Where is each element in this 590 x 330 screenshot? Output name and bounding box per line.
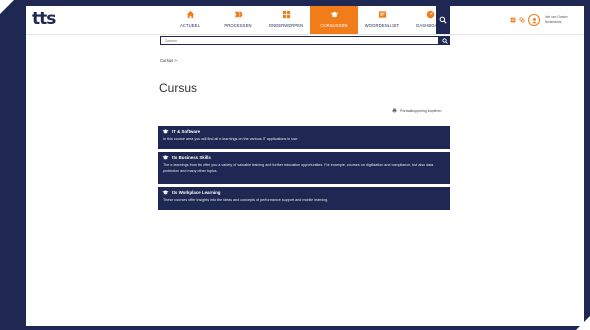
page-title: Cursus [159,81,198,95]
nav-label: WOORDENLIJST [364,23,400,28]
course-description: The e-learnings from tts offer you a var… [163,163,434,173]
course-card-workplace-learning[interactable]: tts Workplace Learning These courses off… [158,187,450,210]
course-description: These courses offer insights into the id… [163,198,329,202]
grid-icon [282,10,290,19]
search-button[interactable] [440,36,450,45]
graduation-cap-icon [162,190,169,195]
course-list: IT & Software In this course area you wi… [158,126,450,213]
nav-label: ACTUEEL [179,23,200,28]
nav-label: ONDERWERPEN [268,23,304,28]
user-icon [531,17,537,23]
nav-label: CURSUSSEN [320,23,348,28]
nav-item-processen[interactable]: PROCESSEN [214,6,262,34]
search-input[interactable] [161,37,438,44]
frame-corner-top [0,0,14,14]
course-header: tts Business Skills [162,155,444,160]
search-icon [439,16,447,24]
nav-search-button[interactable] [436,6,450,34]
course-header: IT & Software [162,129,444,134]
course-title: tts Business Skills [172,155,211,160]
user-area: Info van Oosten Nederlands [510,10,568,30]
course-title: IT & Software [172,129,201,134]
graduation-cap-icon [162,155,169,160]
tts-logo[interactable]: tts [32,9,56,29]
copy-portal-link[interactable]: Portaalkoppeling kopiëren [392,108,442,113]
course-card-it-software[interactable]: IT & Software In this course area you wi… [158,126,450,149]
breadcrumb[interactable]: Cursus > [160,58,177,63]
graduation-cap-icon [329,11,339,18]
dashboard-icon [426,10,434,19]
course-title: tts Workplace Learning [172,190,221,195]
top-navigation-bar: tts ACTUEEL PROCESSEN ONDERWERPEN CURSUS… [26,6,584,35]
notes-icon[interactable] [510,17,516,23]
avatar[interactable] [528,14,540,26]
course-description: In this course area you will find all e-… [163,137,299,141]
main-nav: ACTUEEL PROCESSEN ONDERWERPEN CURSUSSEN … [166,6,454,34]
link-icon[interactable] [519,17,525,23]
portal-link-label: Portaalkoppeling kopiëren [400,108,442,113]
search-bar [160,36,450,45]
course-header: tts Workplace Learning [162,190,444,195]
nav-item-actueel[interactable]: ACTUEEL [166,6,214,34]
nav-item-cursussen[interactable]: CURSUSSEN [310,6,358,34]
graduation-cap-icon [162,129,169,134]
process-icon [234,11,243,18]
home-icon [186,10,194,19]
nav-label: PROCESSEN [224,23,252,28]
app-window: tts ACTUEEL PROCESSEN ONDERWERPEN CURSUS… [26,6,584,326]
user-info[interactable]: Info van Oosten Nederlands [545,15,568,24]
print-icon [392,108,397,113]
glossary-icon [378,11,386,18]
search-icon [442,37,448,44]
nav-item-woordenlijst[interactable]: WOORDENLIJST [358,6,406,34]
user-company: Nederlands [545,20,562,24]
nav-item-onderwerpen[interactable]: ONDERWERPEN [262,6,310,34]
course-card-business-skills[interactable]: tts Business Skills The e-learnings from… [158,152,450,184]
